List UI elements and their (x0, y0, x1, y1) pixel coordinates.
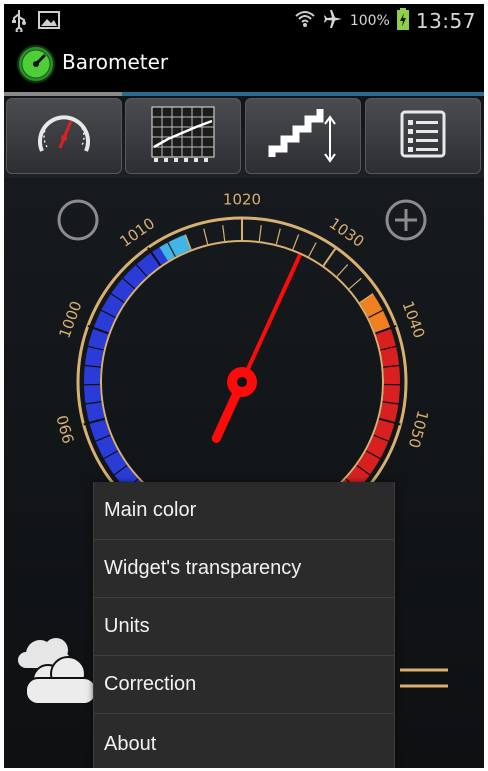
menu-item-about[interactable]: About (94, 714, 394, 768)
gauge-tick-label: 1020 (223, 191, 261, 209)
gauge-tick (308, 242, 317, 257)
menu-item-correction[interactable]: Correction (94, 656, 394, 714)
altitude-stairs-tab-icon (268, 105, 338, 167)
app-title: Barometer (62, 50, 169, 74)
list-tab-icon (398, 109, 448, 163)
gauge-band-segment (333, 327, 400, 504)
menu-item-label: Correction (104, 673, 197, 695)
menu-item-widget-transparency[interactable]: Widget's transparency (94, 540, 394, 598)
gauge-tick (275, 228, 281, 245)
clock: 13:57 (415, 9, 476, 33)
menu-item-main-color[interactable]: Main color (94, 482, 394, 540)
usb-icon (10, 8, 28, 36)
gauge-tick (222, 225, 226, 242)
barometer-view: 990 1000 1010 1020 1030 1040 1050 Main c… (4, 178, 484, 768)
gauge-tick (322, 247, 337, 267)
graph-tab-icon (148, 105, 218, 167)
tab-altitude[interactable] (245, 98, 361, 174)
menu-item-label: Widget's transparency (104, 557, 302, 579)
menu-item-units[interactable]: Units (94, 598, 394, 656)
gauge-hub-center (237, 377, 247, 387)
gauge-tick-label: 1050 (405, 408, 432, 450)
gauge-band-segment (83, 247, 168, 504)
tab-bar (4, 96, 484, 178)
barometer-gauge-icon[interactable] (16, 44, 56, 88)
gauge-tick-label: 1000 (56, 299, 86, 341)
tab-gauge[interactable] (6, 98, 122, 174)
gauge-tab-icon (33, 107, 95, 165)
gauge-tick (336, 264, 349, 277)
tab-graph[interactable] (125, 98, 241, 174)
cloudy-icon (14, 630, 104, 714)
gauge-tick (348, 277, 362, 290)
image-icon (38, 10, 60, 34)
phone-screen: 100% 13:57 Barometer 990 1000 1010 1020 … (4, 4, 484, 768)
status-bar: 100% 13:57 (4, 4, 484, 36)
battery-percent: 100% (349, 13, 390, 29)
gauge-tick-label: 990 (53, 413, 78, 445)
menu-item-label: About (104, 732, 157, 755)
gauge-tick (258, 225, 262, 242)
gauge-tick (203, 228, 209, 245)
wifi-icon (294, 8, 316, 34)
menu-item-label: Main color (104, 499, 197, 521)
airplane-mode-icon (322, 8, 344, 34)
battery-charging-icon (396, 7, 410, 35)
menu-item-label: Units (104, 615, 150, 637)
trend-steady-icon (396, 664, 452, 698)
gauge-tick (292, 234, 300, 250)
options-menu: Main color Widget's transparency Units C… (93, 482, 395, 768)
action-bar: Barometer (4, 36, 484, 94)
tab-list[interactable] (365, 98, 481, 174)
gauge-tick-label: 1040 (399, 299, 429, 341)
